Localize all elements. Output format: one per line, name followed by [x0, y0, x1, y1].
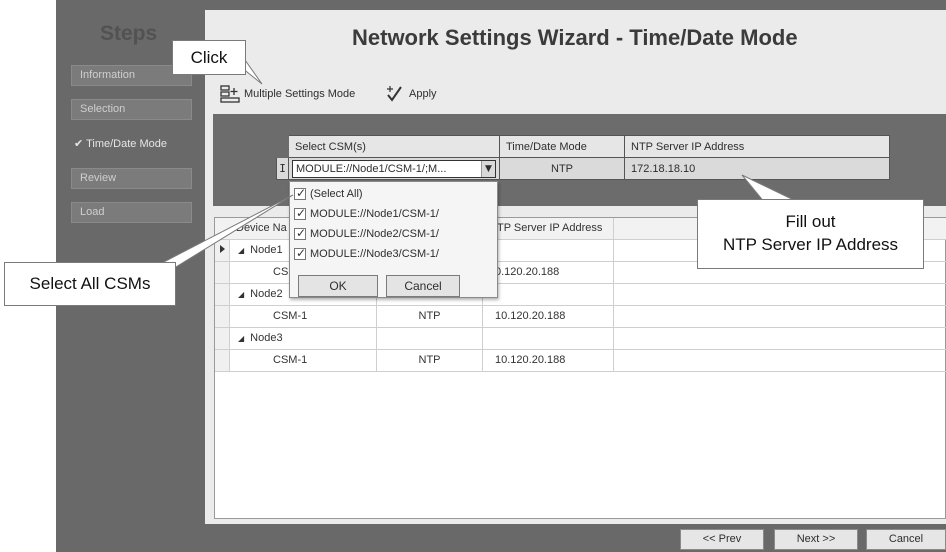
option-label: MODULE://Node2/CSM-1/	[310, 228, 439, 240]
apply-button[interactable]: Apply	[385, 84, 437, 104]
row-mode: NTP	[377, 306, 483, 327]
row-mode: NTP	[377, 350, 483, 371]
step-selection[interactable]: Selection	[71, 99, 192, 120]
row-selector[interactable]	[215, 262, 230, 283]
multiple-settings-label: Multiple Settings Mode	[244, 88, 356, 100]
step-time-date-mode[interactable]: ✔ Time/Date Mode	[71, 134, 192, 155]
option-label: (Select All)	[310, 188, 363, 200]
apply-label: Apply	[409, 88, 437, 100]
steps-title: Steps	[100, 22, 158, 45]
settings-table: Select CSM(s) Time/Date Mode NTP Server …	[276, 135, 890, 180]
next-button[interactable]: Next >>	[774, 529, 858, 550]
apply-icon	[387, 86, 402, 102]
option-label: MODULE://Node1/CSM-1/	[310, 208, 439, 220]
csm-dropdown: (Select All) MODULE://Node1/CSM-1/ MODUL…	[289, 181, 498, 298]
header-select-csm: Select CSM(s)	[288, 135, 500, 158]
checkbox-checked-icon[interactable]	[294, 246, 306, 260]
node-name: Node3	[250, 332, 283, 344]
header-time-date-mode: Time/Date Mode	[499, 135, 625, 158]
select-all-callout: Select All CSMs	[4, 262, 176, 306]
cancel-button[interactable]: Cancel	[866, 529, 946, 550]
table-row[interactable]: ◢ Node3	[215, 328, 946, 350]
fill-out-line1: Fill out	[785, 212, 836, 231]
row-ip: 10.120.20.188	[483, 350, 614, 371]
select-csm-value: MODULE://Node1/CSM-1/;M...	[296, 162, 447, 175]
expand-icon[interactable]: ◢	[238, 334, 244, 343]
option-label: MODULE://Node3/CSM-1/	[310, 248, 439, 260]
step-review[interactable]: Review	[71, 168, 192, 189]
multiple-settings-mode-button[interactable]: Multiple Settings Mode	[220, 84, 355, 104]
header-ntp-ip: NTP Server IP Address	[624, 135, 890, 158]
dropdown-cancel-button[interactable]: Cancel	[386, 275, 460, 297]
csm-name: CSM-1	[230, 350, 377, 371]
node-name: Node1	[250, 244, 283, 256]
row-ip: 10.120.20.188	[483, 306, 614, 327]
click-callout: Click	[172, 40, 246, 75]
time-date-mode-cell[interactable]: NTP	[499, 157, 625, 180]
row-mode	[377, 328, 483, 349]
node-name: Node2	[250, 288, 283, 300]
multiple-settings-icon	[220, 85, 240, 103]
expand-icon[interactable]: ◢	[238, 246, 244, 255]
csm-option-node3[interactable]: MODULE://Node3/CSM-1/	[294, 245, 439, 263]
csm-option-node1[interactable]: MODULE://Node1/CSM-1/	[294, 205, 439, 223]
select-all-option[interactable]: (Select All)	[294, 185, 363, 203]
edit-cursor-marker: I	[276, 157, 289, 180]
page-title: Network Settings Wizard - Time/Date Mode	[352, 25, 798, 50]
table-row[interactable]: CSM-1 NTP 10.120.20.188	[215, 306, 946, 328]
select-csm-combobox[interactable]: MODULE://Node1/CSM-1/;M... ▼	[288, 157, 500, 180]
prev-button[interactable]: << Prev	[680, 529, 764, 550]
checkbox-checked-icon[interactable]	[294, 206, 306, 220]
ntp-ip-cell[interactable]: 172.18.18.10	[624, 157, 890, 180]
row-selector[interactable]	[215, 306, 230, 327]
csm-option-node2[interactable]: MODULE://Node2/CSM-1/	[294, 225, 439, 243]
col-ntp-ip: TP Server IP Address	[483, 218, 614, 239]
row-ip	[483, 328, 614, 349]
row-ip: 0.120.20.188	[483, 262, 614, 283]
row-ip	[483, 284, 614, 305]
dropdown-ok-button[interactable]: OK	[298, 275, 378, 297]
row-selector[interactable]	[215, 284, 230, 305]
fill-out-line2: NTP Server IP Address	[722, 235, 899, 254]
step-load[interactable]: Load	[71, 202, 192, 223]
csm-name: CSM-1	[230, 306, 377, 327]
current-row-icon	[220, 245, 225, 253]
checkbox-checked-icon[interactable]	[294, 226, 306, 240]
row-selector[interactable]	[215, 328, 230, 349]
fill-out-callout: Fill out NTP Server IP Address	[697, 199, 924, 269]
row-ip	[483, 240, 614, 261]
expand-icon[interactable]: ◢	[238, 290, 244, 299]
chevron-down-icon[interactable]: ▼	[481, 160, 495, 177]
checkbox-checked-icon[interactable]	[294, 186, 306, 200]
row-selector[interactable]	[215, 350, 230, 371]
row-selector[interactable]	[215, 240, 230, 261]
table-row[interactable]: CSM-1 NTP 10.120.20.188	[215, 350, 946, 372]
settings-corner	[276, 135, 289, 158]
